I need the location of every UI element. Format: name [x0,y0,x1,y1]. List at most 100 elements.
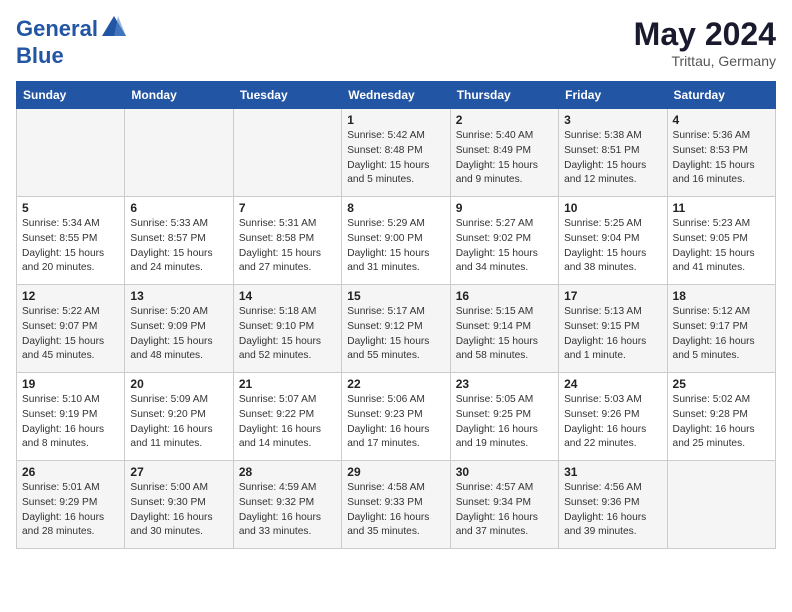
calendar-cell: 6 Sunrise: 5:33 AMSunset: 8:57 PMDaylight… [125,197,233,285]
day-info: Sunrise: 5:20 AMSunset: 9:09 PMDaylight:… [130,305,227,364]
calendar-cell [125,109,233,197]
day-number: 22 [347,377,444,391]
calendar-cell: 28 Sunrise: 4:59 AMSunset: 9:32 PMDayligh… [233,461,341,549]
day-number: 29 [347,465,444,479]
day-number: 13 [130,289,227,303]
calendar-cell: 19 Sunrise: 5:10 AMSunset: 9:19 PMDayligh… [17,373,125,461]
calendar-cell: 3Sunrise: 5:38 AMSunset: 8:51 PMDaylight… [559,109,667,197]
day-info: Sunrise: 5:34 AMSunset: 8:55 PMDaylight:… [22,217,119,276]
day-number: 18 [673,289,770,303]
day-info: Sunrise: 5:12 AMSunset: 9:17 PMDaylight:… [673,305,770,364]
logo-subtext: Blue [16,44,130,68]
col-header-saturday: Saturday [667,82,775,109]
day-number: 8 [347,201,444,215]
day-number: 11 [673,201,770,215]
day-number: 7 [239,201,336,215]
calendar-cell: 9Sunrise: 5:27 AMSunset: 9:02 PMDaylight… [450,197,558,285]
month-year: May 2024 [634,16,776,53]
calendar-cell: 8 Sunrise: 5:29 AMSunset: 9:00 PMDaylight… [342,197,450,285]
day-info: Sunrise: 5:40 AMSunset: 8:49 PMDaylight:… [456,129,553,188]
day-number: 25 [673,377,770,391]
day-info: Sunrise: 5:33 AMSunset: 8:57 PMDaylight:… [130,217,227,276]
calendar-cell: 22 Sunrise: 5:06 AMSunset: 9:23 PMDayligh… [342,373,450,461]
day-number: 21 [239,377,336,391]
calendar-cell [233,109,341,197]
day-number: 20 [130,377,227,391]
week-row-1: 1 Sunrise: 5:42 AMSunset: 8:48 PMDaylight… [17,109,776,197]
day-number: 27 [130,465,227,479]
calendar-cell: 13 Sunrise: 5:20 AMSunset: 9:09 PMDayligh… [125,285,233,373]
day-info: Sunrise: 5:00 AMSunset: 9:30 PMDaylight:… [130,481,227,540]
day-number: 15 [347,289,444,303]
day-info: Sunrise: 4:56 AMSunset: 9:36 PMDaylight:… [564,481,661,540]
calendar-cell [667,461,775,549]
calendar-cell: 27 Sunrise: 5:00 AMSunset: 9:30 PMDayligh… [125,461,233,549]
day-number: 9 [456,201,553,215]
calendar-cell: 30 Sunrise: 4:57 AMSunset: 9:34 PMDayligh… [450,461,558,549]
day-info: Sunrise: 5:29 AMSunset: 9:00 PMDaylight:… [347,217,444,276]
day-info: Sunrise: 5:05 AMSunset: 9:25 PMDaylight:… [456,393,553,452]
day-info: Sunrise: 5:18 AMSunset: 9:10 PMDaylight:… [239,305,336,364]
calendar-cell: 31 Sunrise: 4:56 AMSunset: 9:36 PMDayligh… [559,461,667,549]
col-header-wednesday: Wednesday [342,82,450,109]
day-number: 12 [22,289,119,303]
calendar-cell: 10Sunrise: 5:25 AMSunset: 9:04 PMDayligh… [559,197,667,285]
calendar-cell: 29 Sunrise: 4:58 AMSunset: 9:33 PMDayligh… [342,461,450,549]
calendar-cell: 21 Sunrise: 5:07 AMSunset: 9:22 PMDayligh… [233,373,341,461]
day-info: Sunrise: 4:57 AMSunset: 9:34 PMDaylight:… [456,481,553,540]
day-info: Sunrise: 5:13 AMSunset: 9:15 PMDaylight:… [564,305,661,364]
day-info: Sunrise: 5:09 AMSunset: 9:20 PMDaylight:… [130,393,227,452]
day-info: Sunrise: 5:17 AMSunset: 9:12 PMDaylight:… [347,305,444,364]
day-info: Sunrise: 5:07 AMSunset: 9:22 PMDaylight:… [239,393,336,452]
week-row-5: 26Sunrise: 5:01 AMSunset: 9:29 PMDayligh… [17,461,776,549]
col-header-thursday: Thursday [450,82,558,109]
calendar-cell: 1 Sunrise: 5:42 AMSunset: 8:48 PMDaylight… [342,109,450,197]
day-info: Sunrise: 5:36 AMSunset: 8:53 PMDaylight:… [673,129,770,188]
col-header-friday: Friday [559,82,667,109]
day-number: 23 [456,377,553,391]
day-info: Sunrise: 5:10 AMSunset: 9:19 PMDaylight:… [22,393,119,452]
day-info: Sunrise: 5:15 AMSunset: 9:14 PMDaylight:… [456,305,553,364]
calendar-cell: 7Sunrise: 5:31 AMSunset: 8:58 PMDaylight… [233,197,341,285]
calendar-cell: 25 Sunrise: 5:02 AMSunset: 9:28 PMDayligh… [667,373,775,461]
day-number: 16 [456,289,553,303]
logo-text: General [16,16,130,44]
calendar-cell: 18 Sunrise: 5:12 AMSunset: 9:17 PMDayligh… [667,285,775,373]
col-header-monday: Monday [125,82,233,109]
calendar-table: SundayMondayTuesdayWednesdayThursdayFrid… [16,81,776,549]
location: Trittau, Germany [634,53,776,69]
calendar-cell: 2Sunrise: 5:40 AMSunset: 8:49 PMDaylight… [450,109,558,197]
calendar-cell [17,109,125,197]
calendar-cell: 15 Sunrise: 5:17 AMSunset: 9:12 PMDayligh… [342,285,450,373]
day-info: Sunrise: 5:25 AMSunset: 9:04 PMDaylight:… [564,217,661,276]
day-info: Sunrise: 5:02 AMSunset: 9:28 PMDaylight:… [673,393,770,452]
day-number: 4 [673,113,770,127]
col-header-sunday: Sunday [17,82,125,109]
day-number: 31 [564,465,661,479]
day-info: Sunrise: 4:59 AMSunset: 9:32 PMDaylight:… [239,481,336,540]
calendar-cell: 26Sunrise: 5:01 AMSunset: 9:29 PMDayligh… [17,461,125,549]
day-number: 19 [22,377,119,391]
day-info: Sunrise: 5:22 AMSunset: 9:07 PMDaylight:… [22,305,119,364]
calendar-cell: 5Sunrise: 5:34 AMSunset: 8:55 PMDaylight… [17,197,125,285]
col-header-tuesday: Tuesday [233,82,341,109]
day-number: 3 [564,113,661,127]
day-number: 1 [347,113,444,127]
day-info: Sunrise: 4:58 AMSunset: 9:33 PMDaylight:… [347,481,444,540]
calendar-cell: 12 Sunrise: 5:22 AMSunset: 9:07 PMDayligh… [17,285,125,373]
day-number: 28 [239,465,336,479]
logo: General Blue [16,16,130,68]
calendar-cell: 24Sunrise: 5:03 AMSunset: 9:26 PMDayligh… [559,373,667,461]
day-info: Sunrise: 5:03 AMSunset: 9:26 PMDaylight:… [564,393,661,452]
page-header: General Blue May 2024 Trittau, Germany [16,16,776,69]
day-number: 30 [456,465,553,479]
calendar-cell: 14Sunrise: 5:18 AMSunset: 9:10 PMDayligh… [233,285,341,373]
week-row-2: 5Sunrise: 5:34 AMSunset: 8:55 PMDaylight… [17,197,776,285]
week-row-4: 19 Sunrise: 5:10 AMSunset: 9:19 PMDayligh… [17,373,776,461]
day-info: Sunrise: 5:42 AMSunset: 8:48 PMDaylight:… [347,129,444,188]
day-number: 6 [130,201,227,215]
day-info: Sunrise: 5:06 AMSunset: 9:23 PMDaylight:… [347,393,444,452]
title-block: May 2024 Trittau, Germany [634,16,776,69]
calendar-cell: 11Sunrise: 5:23 AMSunset: 9:05 PMDayligh… [667,197,775,285]
day-number: 26 [22,465,119,479]
